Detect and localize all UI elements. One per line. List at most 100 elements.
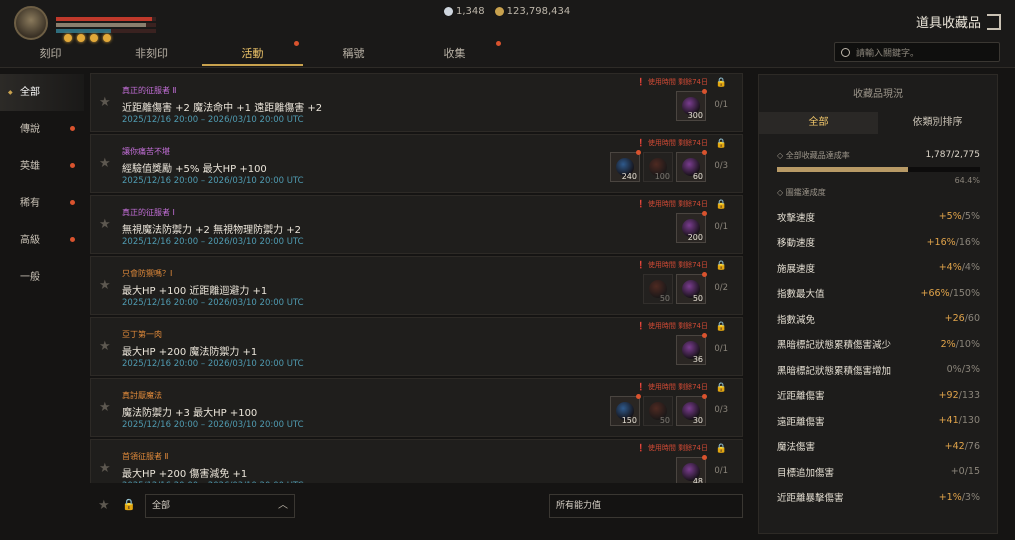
lock-icon[interactable]: 🔒 bbox=[716, 200, 727, 210]
collection-count: 0/1 bbox=[714, 222, 728, 232]
item-quantity: 30 bbox=[692, 416, 703, 425]
status-bars bbox=[56, 17, 156, 35]
collection-row[interactable]: ★ 真正的征服者 Ⅱ 近距離傷害 +2 魔法命中 +1 遠距離傷害 +2 2025/1… bbox=[90, 73, 743, 132]
lock-icon[interactable]: 🔒 bbox=[716, 78, 727, 88]
item-slot[interactable]: 200 bbox=[676, 211, 707, 243]
lock-icon[interactable]: 🔒 bbox=[716, 444, 727, 454]
stat-current: +66% bbox=[920, 287, 950, 299]
hp-bar bbox=[56, 17, 156, 21]
collection-category: 首領征服者 Ⅱ bbox=[122, 452, 169, 461]
item-slot[interactable]: 300 bbox=[676, 89, 707, 121]
stat-current: +5% bbox=[938, 211, 962, 223]
notification-dot bbox=[636, 394, 641, 399]
item-quantity: 240 bbox=[621, 172, 637, 181]
collection-row[interactable]: ★ 亞丁第一肉 最大HP +200 魔法防禦力 +1 2025/12/16 20:00… bbox=[90, 317, 743, 376]
item-slot[interactable]: 30 bbox=[676, 394, 707, 426]
collection-stats: 魔法防禦力 +3 最大HP +100 bbox=[122, 408, 258, 419]
required-items: 240 100 60 bbox=[610, 150, 707, 182]
time-remaining-text: 使用時間 剩餘74日 bbox=[647, 200, 708, 208]
nav-item-2[interactable]: 英雄 bbox=[0, 148, 84, 185]
collection-date: 2025/12/16 20:00 – 2026/03/10 20:00 UTC bbox=[122, 481, 304, 483]
nav-item-4[interactable]: 高級 bbox=[0, 222, 84, 259]
stat-max: /76 bbox=[964, 440, 980, 452]
total-label: 全部收藏品達成率 bbox=[785, 151, 850, 160]
favorite-filter-icon[interactable]: ★ bbox=[98, 498, 110, 513]
nav-item-3[interactable]: 稀有 bbox=[0, 185, 84, 222]
notification-dot bbox=[702, 333, 707, 338]
stat-dropdown[interactable]: 所有能力值 bbox=[549, 494, 743, 518]
time-remaining: ❗ 使用時間 剩餘74日 bbox=[636, 200, 708, 208]
favorite-star-icon[interactable]: ★ bbox=[99, 400, 111, 415]
collection-stats: 無視魔法防禦力 +2 無視物理防禦力 +2 bbox=[122, 225, 302, 236]
exit-icon[interactable] bbox=[987, 13, 1001, 30]
collection-stats: 近距離傷害 +2 魔法命中 +1 遠距離傷害 +2 bbox=[122, 103, 323, 114]
collection-date: 2025/12/16 20:00 – 2026/03/10 20:00 UTC bbox=[122, 237, 304, 247]
stat-max: /10% bbox=[955, 338, 980, 350]
notification-dot bbox=[702, 272, 707, 277]
collection-category: 讓你痛苦不堪 bbox=[122, 147, 170, 156]
time-remaining: ❗ 使用時間 剩餘74日 bbox=[636, 322, 708, 330]
tab-3[interactable]: 稱號 bbox=[303, 44, 404, 66]
nav-item-label: 稀有 bbox=[20, 198, 40, 209]
favorite-star-icon[interactable]: ★ bbox=[99, 461, 111, 476]
item-slot[interactable]: 150 bbox=[610, 394, 641, 426]
collection-row[interactable]: ★ 真討厭魔法 魔法防禦力 +3 最大HP +100 2025/12/16 20:00… bbox=[90, 378, 743, 437]
favorite-star-icon[interactable]: ★ bbox=[99, 217, 111, 232]
item-slot[interactable]: 36 bbox=[676, 333, 707, 365]
stat-name: 目標追加傷害 bbox=[777, 467, 835, 479]
nav-item-0[interactable]: 全部 bbox=[0, 74, 84, 111]
item-quantity: 100 bbox=[654, 172, 670, 181]
nav-item-5[interactable]: 一般 bbox=[0, 259, 84, 296]
grade-dropdown[interactable]: 全部 ︿ bbox=[145, 494, 295, 518]
stat-row: 攻擊速度 +5%/5% bbox=[759, 204, 997, 230]
collection-row[interactable]: ★ 只會防禦嗎？Ⅰ 最大HP +100 近距離迴避力 +1 2025/12/16 20… bbox=[90, 256, 743, 315]
item-slot[interactable]: 60 bbox=[676, 150, 707, 182]
tab-0[interactable]: 刻印 bbox=[0, 44, 101, 66]
tab-1[interactable]: 非刻印 bbox=[101, 44, 202, 66]
item-quantity: 150 bbox=[621, 416, 637, 425]
item-quantity: 200 bbox=[687, 233, 703, 242]
lock-icon[interactable]: 🔒 bbox=[716, 139, 727, 149]
item-slot[interactable]: 50 bbox=[643, 274, 673, 304]
stat-name: 黑暗標記狀態累積傷害減少 bbox=[777, 340, 892, 352]
item-slot[interactable]: 100 bbox=[643, 152, 673, 182]
required-items: 50 50 bbox=[643, 272, 707, 304]
stat-current: +4% bbox=[938, 262, 962, 274]
collection-status-panel: 收藏品現況 全部 依類別排序 ◇ 全部收藏品達成率 1,787/2,775 64.… bbox=[758, 74, 998, 534]
favorite-star-icon[interactable]: ★ bbox=[99, 339, 111, 354]
tab-2[interactable]: 活動 bbox=[202, 41, 303, 66]
lock-icon[interactable]: 🔒 bbox=[716, 261, 727, 271]
item-slot[interactable]: 48 bbox=[676, 455, 707, 483]
item-slot[interactable]: 50 bbox=[676, 272, 707, 304]
tab-4[interactable]: 收集 bbox=[404, 41, 505, 66]
stat-dropdown-value: 所有能力值 bbox=[556, 501, 602, 511]
panel-tab-category[interactable]: 依類別排序 bbox=[878, 112, 997, 134]
collection-row[interactable]: ★ 讓你痛苦不堪 經驗值獎勵 +5% 最大HP +100 2025/12/16 20:… bbox=[90, 134, 743, 193]
character-portrait[interactable] bbox=[14, 6, 48, 40]
stat-name: 施展速度 bbox=[777, 263, 816, 275]
item-slot[interactable]: 50 bbox=[643, 396, 673, 426]
favorite-star-icon[interactable]: ★ bbox=[99, 156, 111, 171]
favorite-star-icon[interactable]: ★ bbox=[99, 95, 111, 110]
stat-max: /3% bbox=[961, 491, 980, 503]
collection-date: 2025/12/16 20:00 – 2026/03/10 20:00 UTC bbox=[122, 420, 304, 430]
collection-row[interactable]: ★ 真正的征服者 Ⅰ 無視魔法防禦力 +2 無視物理防禦力 +2 2025/12/16… bbox=[90, 195, 743, 254]
nav-item-label: 傳說 bbox=[20, 124, 40, 135]
lock-icon[interactable]: 🔒 bbox=[716, 322, 727, 332]
stat-current: +1% bbox=[938, 491, 962, 503]
lock-icon[interactable]: 🔒 bbox=[716, 383, 727, 393]
nav-item-1[interactable]: 傳說 bbox=[0, 111, 84, 148]
stat-row: 目標追加傷害 +0/15 bbox=[759, 459, 997, 485]
search-placeholder: 請輸入關鍵字。 bbox=[856, 48, 920, 59]
favorite-star-icon[interactable]: ★ bbox=[99, 278, 111, 293]
panel-tab-all[interactable]: 全部 bbox=[759, 112, 878, 134]
search-input[interactable]: 請輸入關鍵字。 bbox=[834, 42, 1000, 62]
item-quantity: 60 bbox=[692, 172, 703, 181]
collection-count: 0/1 bbox=[714, 100, 728, 110]
lock-filter-icon[interactable]: 🔒 bbox=[122, 498, 136, 511]
collection-row[interactable]: ★ 首領征服者 Ⅱ 最大HP +200 傷害減免 +12025/12/16 20:0… bbox=[90, 439, 743, 483]
time-remaining-text: 使用時間 剩餘74日 bbox=[647, 139, 708, 147]
item-slot[interactable]: 240 bbox=[610, 150, 641, 182]
effects-section-label: ◇ 圖鑑達成度 bbox=[777, 188, 826, 197]
stat-max: /3% bbox=[961, 364, 980, 376]
